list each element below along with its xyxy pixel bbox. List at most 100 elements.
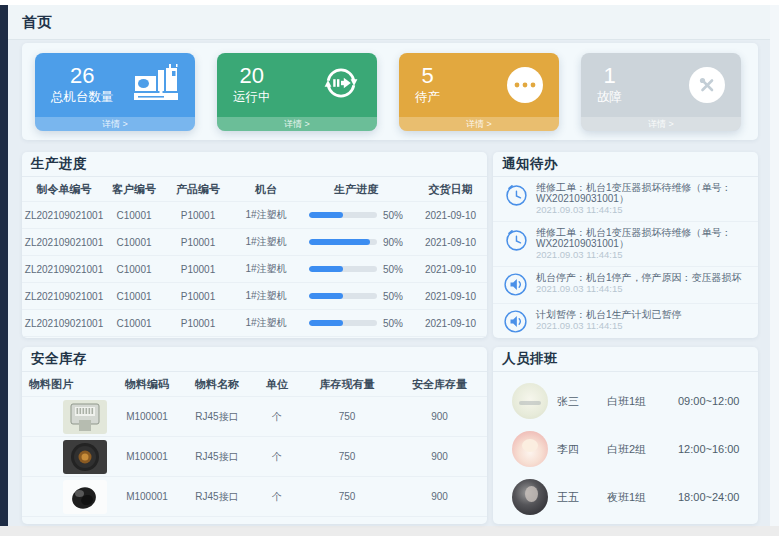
staff-time: 12:00~16:00: [678, 443, 739, 455]
table-row: ZL202109021001 C10001 P10001 1#注塑机 50% 2…: [22, 283, 487, 310]
column-header: 物料编码: [112, 377, 182, 392]
table-header-row: 物料图片 物料编码 物料名称 单位 库存现有量 安全库存量: [22, 372, 487, 397]
customer-no: C10001: [106, 318, 162, 329]
order-no: ZL202109021001: [22, 237, 106, 248]
avatar: [512, 479, 548, 515]
material-unit: 个: [252, 410, 302, 424]
stat-label: 故障: [597, 89, 622, 106]
stock-safety: 900: [392, 451, 487, 462]
notification-time: 2021.09.03 11:44:15: [536, 284, 749, 294]
stat-card-body: 1 故障: [581, 53, 741, 117]
panel-title: 人员排班: [493, 347, 758, 372]
stat-label: 待产: [415, 89, 440, 106]
scrollbar-track[interactable]: [770, 5, 779, 526]
customer-no: C10001: [106, 210, 162, 221]
stat-card-total-machines[interactable]: 26 总机台数量 详情 >: [35, 53, 195, 131]
notification-text: 维修工单：机台1变压器损坏待维修（单号：WX202109031001）: [536, 182, 749, 204]
progress-bar: [309, 239, 377, 245]
material-code: M100001: [112, 491, 182, 502]
material-code: M100001: [112, 411, 182, 422]
machine: 1#注塑机: [234, 235, 298, 249]
column-header: 机台: [234, 182, 298, 197]
progress-cell: 50%: [298, 318, 414, 329]
notification-time: 2021.09.03 11:44:15: [536, 250, 749, 260]
stock-onhand: 750: [302, 451, 392, 462]
production-progress-panel: 生产进度 制令单编号 客户编号 产品编号 机台 生产进度 交货日期 ZL2021…: [22, 152, 487, 338]
staff-name: 李四: [557, 442, 607, 457]
product-no: P10001: [162, 264, 234, 275]
notification-text: 机台停产：机台1停产，停产原因：变压器损坏: [536, 272, 749, 283]
progress-cell: 50%: [298, 264, 414, 275]
column-header: 客户编号: [106, 182, 162, 197]
column-header: 物料名称: [182, 377, 252, 392]
ellipsis-icon: [507, 67, 543, 103]
stat-card-running[interactable]: 20 运行中 详情 >: [217, 53, 377, 131]
stat-card-waiting[interactable]: 5 待产 详情 >: [399, 53, 559, 131]
staff-row: 王五 夜班1组 18:00~24:00: [493, 473, 758, 521]
staff-row: 李四 白班2组 12:00~16:00: [493, 425, 758, 473]
rj45-photo: [63, 400, 107, 434]
customer-no: C10001: [106, 264, 162, 275]
stat-detail-link[interactable]: 详情 >: [581, 117, 741, 131]
safety-stock-panel: 安全库存 物料图片 物料编码 物料名称 单位 库存现有量 安全库存量 M1000…: [22, 347, 487, 524]
column-header: 物料图片: [22, 377, 112, 392]
progress-label: 50%: [383, 318, 403, 329]
table-row: ZL202109021001 C10001 P10001 1#注塑机 50% 2…: [22, 202, 487, 229]
machine-icon: [133, 63, 179, 107]
stat-detail-link[interactable]: 详情 >: [399, 117, 559, 131]
progress-label: 50%: [383, 291, 403, 302]
table-header-row: 制令单编号 客户编号 产品编号 机台 生产进度 交货日期: [22, 177, 487, 202]
table-row: ZL202109021001 C10001 P10001 1#注塑机 50% 2…: [22, 256, 487, 283]
table-row: ZL202109021001 C10001 P10001 1#注塑机 90% 2…: [22, 229, 487, 256]
stat-card-body: 26 总机台数量: [35, 53, 195, 117]
column-header: 产品编号: [162, 182, 234, 197]
notification-item[interactable]: 机台停产：机台1停产，停产原因：变压器损坏 2021.09.03 11:44:1…: [493, 267, 758, 304]
staff-shift: 夜班1组: [607, 490, 678, 505]
notification-text: 维修工单：机台1变压器损坏待维修（单号：WX202109031001）: [536, 227, 749, 249]
column-header: 生产进度: [298, 182, 414, 197]
staff-time: 09:00~12:00: [678, 395, 739, 407]
delivery-date: 2021-09-10: [414, 237, 487, 248]
stat-detail-link[interactable]: 详情 >: [35, 117, 195, 131]
panel-title: 通知待办: [493, 152, 758, 177]
stock-onhand: 750: [302, 411, 392, 422]
column-header: 制令单编号: [22, 182, 106, 197]
machine: 1#注塑机: [234, 208, 298, 222]
material-unit: 个: [252, 490, 302, 504]
table-row: M100001 RJ45接口 个 750 900: [22, 477, 487, 517]
order-no: ZL202109021001: [22, 210, 106, 221]
notification-item[interactable]: 计划暂停：机台1生产计划已暂停 2021.09.03 11:44:15: [493, 304, 758, 338]
table-row: ZL202109021001 C10001 P10001 1#注塑机 50% 2…: [22, 310, 487, 337]
delivery-date: 2021-09-10: [414, 264, 487, 275]
delivery-date: 2021-09-10: [414, 318, 487, 329]
stat-cards-panel: 26 总机台数量 详情 >: [22, 43, 758, 140]
delivery-date: 2021-09-10: [414, 210, 487, 221]
machine: 1#注塑机: [234, 289, 298, 303]
notification-item[interactable]: 维修工单：机台1变压器损坏待维修（单号：WX202109031001） 2021…: [493, 177, 758, 222]
staff-schedule-panel: 人员排班 张三 白班1组 09:00~12:00 李四 白班2组 12:00~1…: [493, 347, 758, 524]
stock-onhand: 750: [302, 491, 392, 502]
stat-card-fault[interactable]: 1 故障 详情 >: [581, 53, 741, 131]
notification-text: 计划暂停：机台1生产计划已暂停: [536, 309, 749, 320]
progress-label: 90%: [383, 237, 403, 248]
tab-home[interactable]: 首页: [22, 13, 52, 32]
avatar: [512, 431, 548, 467]
customer-no: C10001: [106, 291, 162, 302]
order-no: ZL202109021001: [22, 291, 106, 302]
stat-value: 1: [603, 64, 615, 88]
notification-time: 2021.09.03 11:44:15: [536, 321, 749, 331]
order-no: ZL202109021001: [22, 264, 106, 275]
tools-icon: [689, 67, 725, 103]
stat-detail-link[interactable]: 详情 >: [217, 117, 377, 131]
progress-bar: [309, 266, 377, 272]
machine: 1#注塑机: [234, 316, 298, 330]
speaker-photo: [63, 440, 107, 474]
notification-item[interactable]: 维修工单：机台1变压器损坏待维修（单号：WX202109031001） 2021…: [493, 222, 758, 267]
stock-safety: 900: [392, 411, 487, 422]
stock-safety: 900: [392, 491, 487, 502]
stat-card-body: 20 运行中: [217, 53, 377, 117]
clock-icon: [503, 182, 528, 207]
panel-title: 安全库存: [22, 347, 487, 372]
progress-cell: 90%: [298, 237, 414, 248]
staff-shift: 白班1组: [607, 394, 678, 409]
